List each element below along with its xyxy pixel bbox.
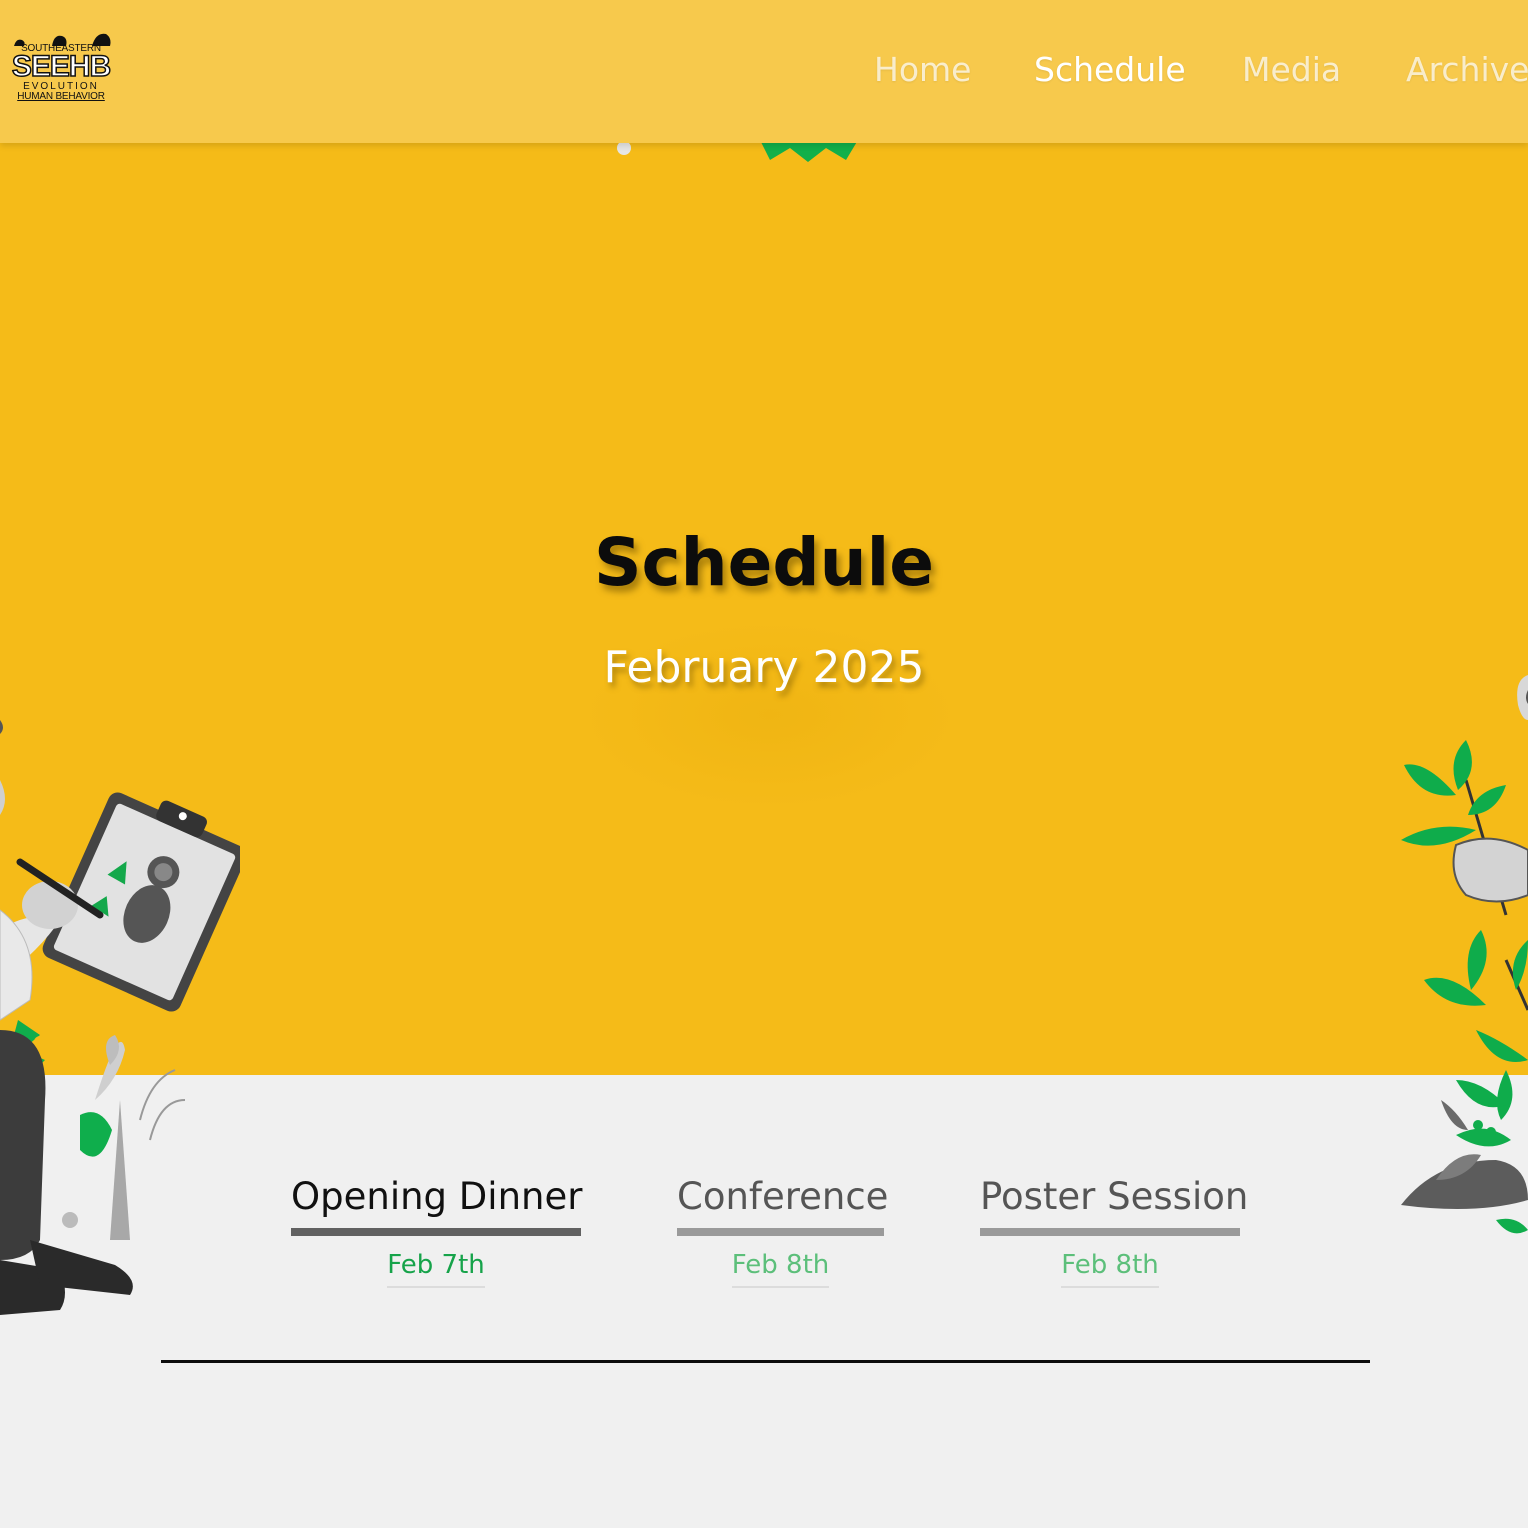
researcher-illustration <box>0 720 240 1315</box>
nav-menu: Home Schedule Media Archive <box>0 50 1528 100</box>
nav-schedule-link[interactable]: Schedule <box>1034 50 1186 89</box>
tab-conference[interactable]: Conference Feb 8th <box>677 1175 888 1288</box>
tab-date: Feb 7th <box>387 1250 485 1288</box>
tab-opening-dinner[interactable]: Opening Dinner Feb 7th <box>291 1175 582 1288</box>
page-subtitle: February 2025 <box>603 642 925 693</box>
nav-archive-link[interactable]: Archive <box>1406 50 1528 89</box>
tab-label: Conference <box>677 1175 888 1236</box>
tab-label: Poster Session <box>980 1175 1248 1236</box>
tab-poster-session[interactable]: Poster Session Feb 8th <box>980 1175 1248 1288</box>
tab-date: Feb 8th <box>731 1250 830 1288</box>
tab-label: Opening Dinner <box>291 1175 582 1236</box>
plant-hand-illustration <box>1401 675 1528 1234</box>
section-divider <box>161 1360 1370 1363</box>
tab-date: Feb 8th <box>1061 1250 1159 1288</box>
nav-home-link[interactable]: Home <box>874 50 971 89</box>
page-title: Schedule <box>593 524 935 601</box>
nav-media-link[interactable]: Media <box>1242 50 1341 89</box>
